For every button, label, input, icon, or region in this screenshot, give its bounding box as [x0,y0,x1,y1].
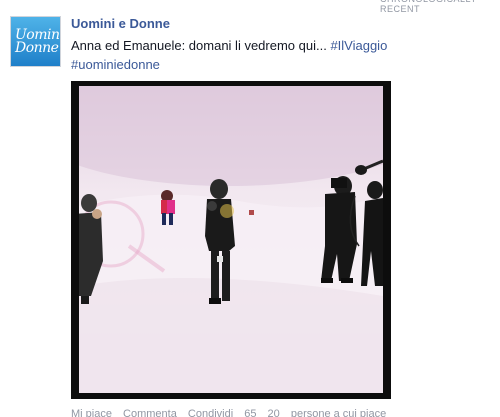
post-actions: Mi piace Commenta Condividi 65 20 person… [71,408,394,417]
post-message: Anna ed Emanuele: domani li vedremo qui.… [71,36,471,74]
comment-link[interactable]: Commenta [123,408,177,417]
feed-post: CHRONOLOGICALLY RECENT Uomini Donne Uomi… [0,0,500,417]
hashtag-ilviaggio-link[interactable]: #IlViaggio [330,38,387,53]
post-message-text: Anna ed Emanuele: domani li vedremo qui.… [71,38,331,53]
likes-extra[interactable]: persone a cui piace [291,408,386,417]
post-author-link[interactable]: Uomini e Donne [71,16,170,31]
likes-count[interactable]: 65 [244,408,256,417]
hashtag-uominiedonne-link[interactable]: #uominiedonne [71,57,160,72]
avatar-logo-line2: Donne [15,40,59,56]
comments-count[interactable]: 20 [268,408,280,417]
page-avatar[interactable]: Uomini Donne [10,16,61,67]
section-header-fragment: CHRONOLOGICALLY RECENT [380,0,476,14]
snow-scene-illustration [79,86,383,393]
like-link[interactable]: Mi piace [71,408,112,417]
post-photo[interactable] [71,81,391,399]
photo-image [79,86,383,393]
share-link[interactable]: Condividi [188,408,233,417]
